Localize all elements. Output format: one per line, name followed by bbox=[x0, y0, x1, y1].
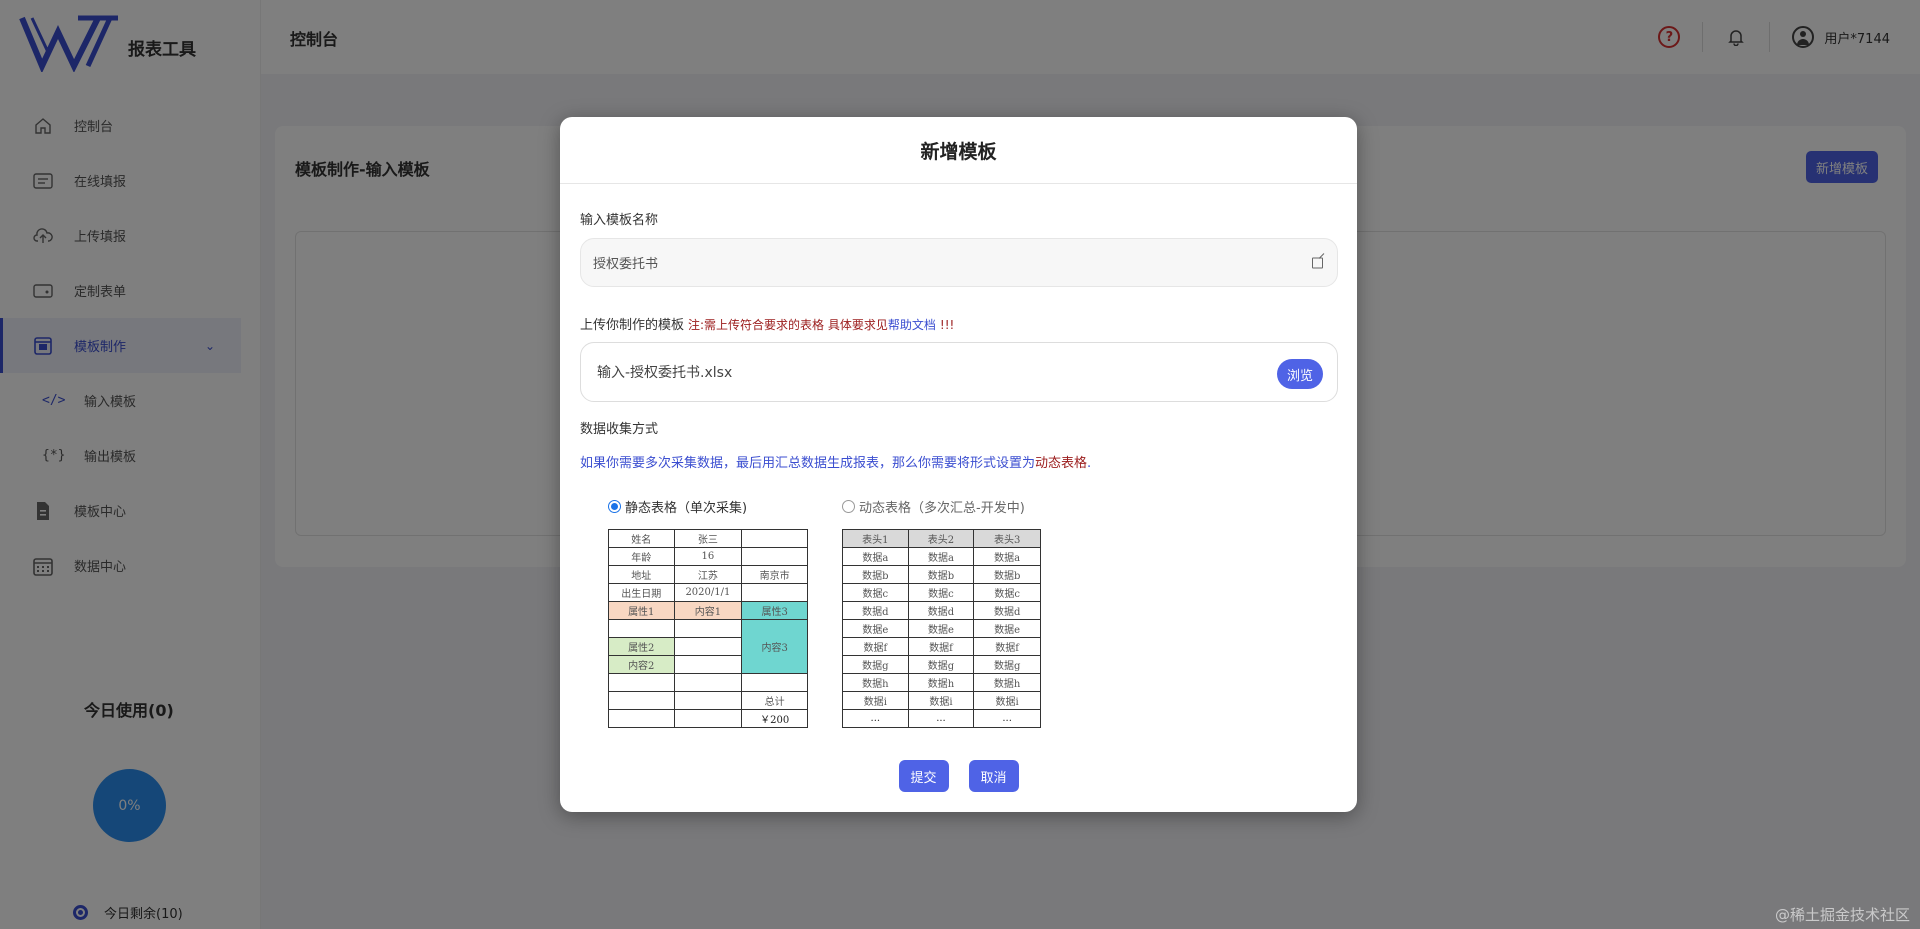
static-table-preview: 姓名 张三 年龄 16 地址 江苏 南京市 出生日期 2020/1/1 属性1 … bbox=[608, 529, 808, 728]
table-cell bbox=[673, 709, 743, 728]
table-cell bbox=[741, 547, 808, 566]
table-cell: 数据c bbox=[973, 583, 1041, 602]
table-cell: 年龄 bbox=[608, 547, 675, 566]
add-template-modal: 新增模板 输入模板名称 授权委托书 上传你制作的模板 注:需上传符合要求的表格 具… bbox=[560, 117, 1357, 812]
option-dynamic-label: 动态表格（多次汇总-开发中) bbox=[859, 501, 1025, 516]
template-name-value: 授权委托书 bbox=[593, 257, 659, 272]
upload-label-row: 上传你制作的模板 注:需上传符合要求的表格 具体要求见帮助文档!!! bbox=[580, 314, 954, 333]
table-cell: 数据i bbox=[842, 691, 909, 710]
table-cell: 数据d bbox=[907, 601, 975, 620]
radio-unchecked-icon[interactable] bbox=[842, 500, 855, 513]
table-cell: 属性3 bbox=[741, 601, 808, 620]
browse-button[interactable]: 浏览 bbox=[1276, 359, 1323, 389]
table-cell: 数据f bbox=[973, 637, 1041, 656]
table-cell: ... bbox=[842, 709, 909, 728]
table-cell: 数据g bbox=[907, 655, 975, 674]
submit-button[interactable]: 提交 bbox=[898, 760, 949, 792]
collect-description: 如果你需要多次采集数据，最后用汇总数据生成报表，那么你需要将形式设置为动态表格. bbox=[580, 452, 1091, 471]
table-header-cell: 表头1 bbox=[842, 529, 909, 548]
table-cell: 数据f bbox=[907, 637, 975, 656]
table-cell: ￥200 bbox=[741, 709, 808, 728]
table-header-cell: 表头3 bbox=[973, 529, 1041, 548]
table-cell: 数据c bbox=[842, 583, 909, 602]
table-cell: 2020/1/1 bbox=[673, 583, 743, 602]
table-cell: 数据b bbox=[973, 565, 1041, 584]
table-cell: 数据a bbox=[842, 547, 909, 566]
table-cell: 地址 bbox=[608, 565, 675, 584]
table-cell bbox=[608, 691, 675, 710]
table-cell: 数据a bbox=[907, 547, 975, 566]
table-cell: 数据h bbox=[973, 673, 1041, 692]
table-cell bbox=[608, 709, 675, 728]
option-dynamic[interactable]: 动态表格（多次汇总-开发中) bbox=[842, 497, 1025, 516]
table-cell: 数据e bbox=[907, 619, 975, 638]
table-cell: 内容3 bbox=[741, 619, 808, 674]
table-cell: 数据h bbox=[842, 673, 909, 692]
desc-text: 如果你需要多次采集数据，最后用汇总数据生成报表，那么你需要将形式设置为 bbox=[580, 456, 1036, 471]
help-doc-link[interactable]: 帮助文档 bbox=[888, 318, 936, 332]
table-cell: ... bbox=[907, 709, 975, 728]
template-name-input[interactable]: 授权委托书 bbox=[580, 238, 1338, 287]
table-cell: 总计 bbox=[741, 691, 808, 710]
table-cell: 数据c bbox=[907, 583, 975, 602]
upload-note-exclaim: !!! bbox=[939, 318, 955, 332]
table-cell: 数据e bbox=[842, 619, 909, 638]
table-cell: 数据d bbox=[973, 601, 1041, 620]
table-cell: 出生日期 bbox=[608, 583, 675, 602]
upload-note: 注:需上传符合要求的表格 具体要求见 bbox=[688, 318, 888, 332]
cancel-button[interactable]: 取消 bbox=[968, 760, 1019, 792]
watermark-text: @稀土掘金技术社区 bbox=[1774, 906, 1910, 924]
table-cell: 江苏 bbox=[673, 565, 743, 584]
table-cell bbox=[741, 583, 808, 602]
table-cell: 南京市 bbox=[741, 565, 808, 584]
table-cell: 姓名 bbox=[608, 529, 675, 548]
table-cell: ... bbox=[973, 709, 1041, 728]
modal-title: 新增模板 bbox=[560, 117, 1357, 184]
radio-checked-icon[interactable] bbox=[608, 500, 621, 513]
table-cell: 数据g bbox=[842, 655, 909, 674]
table-cell bbox=[673, 691, 743, 710]
collect-method-label: 数据收集方式 bbox=[580, 422, 659, 437]
table-cell: 数据e bbox=[973, 619, 1041, 638]
table-cell: 16 bbox=[673, 547, 743, 566]
table-cell: 数据h bbox=[907, 673, 975, 692]
table-cell: 数据a bbox=[973, 547, 1041, 566]
desc-highlight: 动态表格 bbox=[1035, 456, 1088, 471]
table-cell: 数据b bbox=[907, 565, 975, 584]
table-cell bbox=[741, 673, 808, 692]
upload-label: 上传你制作的模板 bbox=[580, 318, 685, 333]
table-cell: 数据b bbox=[842, 565, 909, 584]
file-name: 输入-授权委托书.xlsx bbox=[597, 365, 733, 381]
table-cell: 内容1 bbox=[673, 601, 743, 620]
table-cell bbox=[741, 529, 808, 548]
table-cell: 数据i bbox=[907, 691, 975, 710]
option-static-label: 静态表格（单次采集) bbox=[625, 501, 748, 516]
dynamic-table-preview: 表头1 表头2 表头3 数据a 数据a 数据a 数据b 数据b 数据b 数据c 数据c 数据… bbox=[842, 529, 1041, 728]
table-cell bbox=[673, 637, 743, 656]
option-static[interactable]: 静态表格（单次采集) bbox=[608, 497, 747, 516]
table-cell bbox=[673, 619, 743, 638]
modal-actions: 提交 取消 bbox=[560, 760, 1357, 792]
edit-icon bbox=[1312, 257, 1323, 268]
table-cell: 张三 bbox=[673, 529, 743, 548]
table-cell: 属性1 bbox=[608, 601, 675, 620]
table-cell bbox=[608, 673, 675, 692]
file-upload-field[interactable]: 输入-授权委托书.xlsx 浏览 bbox=[580, 342, 1338, 402]
table-cell bbox=[673, 673, 743, 692]
table-cell: 数据i bbox=[973, 691, 1041, 710]
table-cell bbox=[673, 655, 743, 674]
desc-suffix: . bbox=[1087, 456, 1092, 471]
table-cell bbox=[608, 619, 675, 638]
table-cell: 内容2 bbox=[608, 655, 675, 674]
template-name-label: 输入模板名称 bbox=[580, 213, 659, 228]
table-header-cell: 表头2 bbox=[907, 529, 975, 548]
table-cell: 数据g bbox=[973, 655, 1041, 674]
table-cell: 属性2 bbox=[608, 637, 675, 656]
table-cell: 数据f bbox=[842, 637, 909, 656]
table-cell: 数据d bbox=[842, 601, 909, 620]
